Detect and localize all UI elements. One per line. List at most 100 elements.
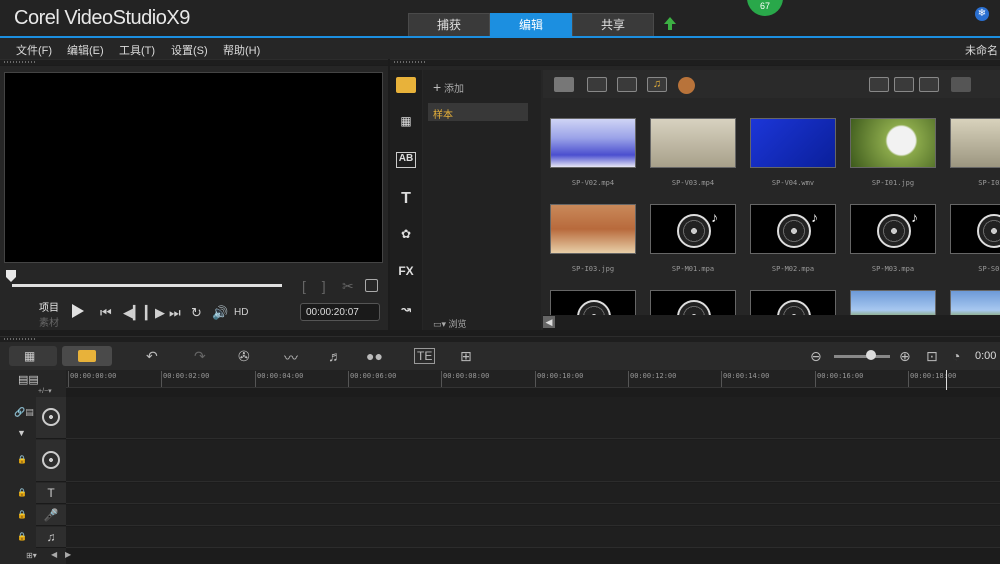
sound-mixer-icon[interactable]: 〰: [284, 348, 298, 368]
overlay-track[interactable]: [66, 440, 1000, 482]
timecode-field[interactable]: 00:00:20:07: [300, 303, 380, 321]
fit-project-icon[interactable]: ⊡: [926, 348, 938, 365]
tab-share[interactable]: 共享: [572, 13, 654, 36]
undo-icon[interactable]: ↶: [146, 348, 158, 365]
play-icon[interactable]: [72, 304, 84, 318]
menu-help[interactable]: 帮助(H): [223, 42, 260, 58]
library-thumb[interactable]: ♪ SP-M03.mpa: [843, 198, 943, 282]
lock-icon[interactable]: 🔒: [17, 510, 27, 519]
thumbnail-view-icon[interactable]: [919, 77, 939, 92]
lock-icon[interactable]: 🔒: [17, 532, 27, 541]
library-thumb[interactable]: SP-V03.mp4: [643, 112, 743, 196]
video-track[interactable]: [66, 397, 1000, 439]
volume-icon[interactable]: 🔊: [212, 305, 228, 321]
overlay-track-header[interactable]: [36, 440, 66, 482]
transition-icon[interactable]: AB: [396, 152, 416, 168]
path-icon[interactable]: ↝: [396, 302, 416, 318]
player-grip[interactable]: [0, 59, 388, 65]
library-thumb[interactable]: ♪ SP-S01.: [943, 198, 1000, 282]
end-icon[interactable]: ⏭: [169, 305, 181, 321]
mark-in-out-icon[interactable]: [ ]: [302, 278, 332, 294]
zoom-out-icon[interactable]: ⊖: [810, 348, 822, 365]
track-expand-icon[interactable]: ▼: [17, 428, 26, 438]
library-thumb[interactable]: SP-I02.: [943, 112, 1000, 196]
list-view-icon[interactable]: [869, 77, 889, 92]
scissors-icon[interactable]: ✂: [342, 278, 354, 295]
sort-icon[interactable]: [678, 77, 695, 94]
filter-icon[interactable]: FX: [396, 264, 416, 280]
add-folder-button[interactable]: + 添加: [433, 79, 464, 95]
library-thumb[interactable]: ♪ SP-M02.mpa: [743, 198, 843, 282]
enlarge-preview-icon[interactable]: [365, 279, 378, 292]
timeline-playhead[interactable]: [946, 370, 947, 390]
menu-edit[interactable]: 编辑(E): [67, 42, 104, 58]
show-photos-icon[interactable]: [617, 77, 637, 92]
ripple-edit-icon[interactable]: 🔗▤: [14, 407, 34, 418]
music-track[interactable]: [66, 527, 1000, 548]
folder-icon[interactable]: [554, 77, 574, 92]
browse-button[interactable]: ▭▾ 浏览: [433, 317, 467, 330]
snowflake-icon[interactable]: ❄: [975, 7, 989, 21]
track-manager-icon[interactable]: ▤▤: [18, 373, 39, 386]
library-thumb[interactable]: [843, 284, 943, 315]
title-track-header[interactable]: T: [36, 483, 66, 504]
auto-music-icon[interactable]: ♬: [328, 348, 342, 364]
library-thumb[interactable]: [643, 284, 743, 315]
track-options-icon[interactable]: ⊞▾: [26, 551, 37, 560]
lock-icon[interactable]: 🔒: [17, 455, 27, 464]
library-thumb[interactable]: SP-I01.jpg: [843, 112, 943, 196]
preview-window[interactable]: [4, 72, 383, 263]
library-scrollbar[interactable]: [543, 315, 1000, 330]
hd-toggle[interactable]: HD: [234, 307, 248, 318]
next-frame-icon[interactable]: ▎▶: [145, 305, 165, 321]
library-thumb[interactable]: [943, 284, 1000, 315]
details-view-icon[interactable]: [894, 77, 914, 92]
home-icon[interactable]: ⏮: [100, 305, 112, 321]
library-thumb[interactable]: SP-V02.mp4: [543, 112, 643, 196]
library-thumb[interactable]: [543, 284, 643, 315]
mode-clip-label[interactable]: 素材: [39, 314, 59, 329]
menu-settings[interactable]: 设置(S): [171, 42, 208, 58]
project-duration-icon[interactable]: ◔: [952, 348, 960, 364]
library-thumb[interactable]: SP-V04.wmv: [743, 112, 843, 196]
show-audio-icon[interactable]: ♫: [647, 77, 667, 92]
storyboard-view-button[interactable]: ▦: [9, 346, 57, 366]
zoom-in-icon[interactable]: ⊕: [899, 348, 911, 365]
graphic-icon[interactable]: ✿: [396, 227, 416, 243]
import-icon[interactable]: [951, 77, 971, 92]
instant-project-icon[interactable]: ▦: [396, 114, 416, 130]
mode-project-label[interactable]: 项目: [39, 299, 59, 314]
repeat-icon[interactable]: ↻: [191, 305, 202, 321]
show-videos-icon[interactable]: [587, 77, 607, 92]
folder-sample[interactable]: 样本: [428, 103, 528, 121]
upload-arrow-icon[interactable]: [663, 16, 677, 32]
scrub-bar[interactable]: [12, 284, 282, 287]
voice-track[interactable]: [66, 505, 1000, 526]
lock-icon[interactable]: 🔒: [17, 488, 27, 497]
menu-file[interactable]: 文件(F): [16, 42, 52, 58]
video-track-header[interactable]: [36, 397, 66, 439]
media-icon[interactable]: [396, 77, 416, 93]
tab-edit[interactable]: 编辑: [490, 13, 572, 36]
music-track-header[interactable]: ♫: [36, 527, 66, 548]
title-track[interactable]: [66, 483, 1000, 504]
record-capture-icon[interactable]: ✇: [238, 348, 250, 365]
tab-capture[interactable]: 捕获: [408, 13, 490, 36]
add-track-icon[interactable]: +/−▾: [38, 387, 52, 395]
subtitle-editor-icon[interactable]: TE: [414, 348, 436, 364]
motion-tracking-icon[interactable]: ●●: [366, 348, 383, 364]
title-icon[interactable]: T: [396, 190, 416, 207]
scroll-left-icon[interactable]: ◀: [51, 550, 57, 559]
multi-camera-icon[interactable]: ⊞: [460, 348, 472, 365]
timeline-time-display[interactable]: 0:00: [975, 350, 996, 362]
scroll-left-icon[interactable]: ◀: [543, 316, 555, 328]
scroll-right-icon[interactable]: ▶: [65, 550, 71, 559]
library-grip[interactable]: [390, 59, 1000, 65]
zoom-slider-handle[interactable]: [866, 350, 876, 360]
redo-icon[interactable]: ↷: [194, 348, 206, 365]
library-thumb[interactable]: ♪ SP-M01.mpa: [643, 198, 743, 282]
voice-track-header[interactable]: 🎤: [36, 505, 66, 526]
zoom-slider[interactable]: [834, 355, 890, 358]
library-thumb[interactable]: SP-I03.jpg: [543, 198, 643, 282]
library-thumb[interactable]: [743, 284, 843, 315]
